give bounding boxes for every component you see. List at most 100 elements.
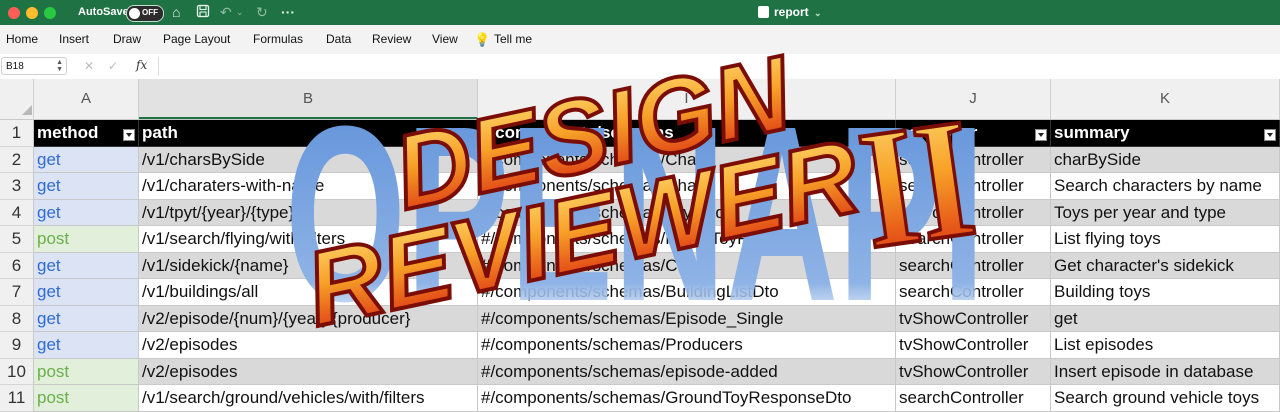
filter-dropdown-icon[interactable] [1035, 129, 1047, 141]
column-header-j[interactable]: J [896, 79, 1051, 119]
filter-dropdown-icon[interactable] [880, 129, 892, 141]
row-number[interactable]: 6 [0, 252, 34, 279]
controller-cell[interactable]: searchController [896, 279, 1051, 306]
schema-cell[interactable]: #/components/schemas/BuildingListDto [478, 279, 896, 306]
header-cell-schema[interactable]: #/components/schemas [478, 120, 896, 147]
controller-cell[interactable]: searchController [896, 252, 1051, 279]
controller-cell[interactable]: searchController [896, 199, 1051, 226]
summary-cell[interactable]: List flying toys [1051, 226, 1280, 253]
method-cell[interactable]: get [34, 199, 139, 226]
undo-icon[interactable]: ↶ [220, 4, 232, 20]
method-cell[interactable]: get [34, 146, 139, 173]
filter-dropdown-icon[interactable] [123, 129, 135, 141]
row-number[interactable]: 7 [0, 279, 34, 306]
controller-cell[interactable]: tvShowController [896, 332, 1051, 359]
home-icon[interactable]: ⌂ [172, 4, 180, 20]
column-header-i[interactable]: I [478, 79, 896, 119]
controller-cell[interactable]: searchController [896, 146, 1051, 173]
schema-cell[interactable]: #/components/schemas/FlyingToyResponse [478, 226, 896, 253]
schema-cell[interactable]: #/components/schemas/episode-added [478, 358, 896, 385]
doc-title-wrapper[interactable]: report ⌄ [758, 5, 822, 19]
controller-cell[interactable]: searchController [896, 173, 1051, 200]
column-header-b[interactable]: B [139, 79, 478, 119]
summary-cell[interactable]: get [1051, 305, 1280, 332]
row-number[interactable]: 8 [0, 305, 34, 332]
header-cell-summary[interactable]: summary [1051, 120, 1280, 147]
name-box[interactable]: B18 ▲ ▼ [1, 57, 67, 75]
schema-cell[interactable]: #/components/schemas/Char [478, 252, 896, 279]
summary-cell[interactable]: List episodes [1051, 332, 1280, 359]
path-cell[interactable]: /v2/episodes [139, 332, 478, 359]
path-cell[interactable]: /v1/search/flying/with/filters [139, 226, 478, 253]
path-cell[interactable]: /v2/episodes [139, 358, 478, 385]
path-cell[interactable]: /v1/buildings/all [139, 279, 478, 306]
row-number[interactable]: 9 [0, 332, 34, 359]
tab-page-layout[interactable]: Page Layout [163, 32, 230, 46]
minimize-window-button[interactable] [26, 7, 38, 19]
method-cell[interactable]: get [34, 279, 139, 306]
row-number[interactable]: 5 [0, 226, 34, 253]
doc-title[interactable]: report [774, 5, 809, 19]
schema-cell[interactable]: #/components/schemas/Episode_Single [478, 305, 896, 332]
method-cell[interactable]: post [34, 226, 139, 253]
tab-review[interactable]: Review [372, 32, 411, 46]
path-cell[interactable]: /v1/tpyt/{year}/{type} [139, 199, 478, 226]
summary-cell[interactable]: Search ground vehicle toys [1051, 385, 1280, 412]
controller-cell[interactable]: searchController [896, 226, 1051, 253]
confirm-icon[interactable]: ✓ [108, 59, 118, 73]
select-all-corner[interactable] [0, 79, 34, 119]
tell-me-search[interactable]: Tell me [494, 32, 532, 46]
undo-dropdown-icon[interactable]: ⌄ [236, 4, 244, 20]
path-cell[interactable]: /v1/search/ground/vehicles/with/filters [139, 385, 478, 412]
header-cell-controller[interactable]: controller [896, 120, 1051, 147]
tab-formulas[interactable]: Formulas [253, 32, 303, 46]
controller-cell[interactable]: tvShowController [896, 305, 1051, 332]
lightbulb-icon[interactable]: 💡 [474, 32, 490, 48]
controller-cell[interactable]: searchController [896, 385, 1051, 412]
summary-cell[interactable]: Toys per year and type [1051, 199, 1280, 226]
row-number[interactable]: 1 [0, 120, 34, 147]
method-cell[interactable]: post [34, 358, 139, 385]
method-cell[interactable]: get [34, 252, 139, 279]
column-header-k[interactable]: K [1051, 79, 1280, 119]
tab-data[interactable]: Data [326, 32, 351, 46]
row-number[interactable]: 2 [0, 146, 34, 173]
save-icon[interactable] [196, 4, 210, 21]
name-box-value[interactable]: B18 [6, 61, 24, 72]
filter-dropdown-icon[interactable] [1264, 129, 1276, 141]
header-cell-path[interactable]: path [139, 120, 478, 147]
tab-draw[interactable]: Draw [113, 32, 141, 46]
redo-icon[interactable]: ↻ [256, 4, 268, 20]
method-cell[interactable]: get [34, 173, 139, 200]
autosave-toggle[interactable]: OFF [126, 5, 164, 22]
close-window-button[interactable] [8, 7, 20, 19]
insert-function-button[interactable]: fx [136, 58, 147, 72]
tab-view[interactable]: View [432, 32, 458, 46]
schema-cell[interactable]: #/components/schemas/Char [478, 173, 896, 200]
row-number[interactable]: 3 [0, 173, 34, 200]
chevron-down-icon[interactable]: ⌄ [814, 8, 822, 18]
cancel-icon[interactable]: ✕ [84, 59, 94, 73]
zoom-window-button[interactable] [44, 7, 56, 19]
schema-cell[interactable]: #/components/schemas/Producers [478, 332, 896, 359]
summary-cell[interactable]: Insert episode in database [1051, 358, 1280, 385]
summary-cell[interactable]: charBySide [1051, 146, 1280, 173]
more-icon[interactable]: ··· [281, 4, 295, 20]
row-number[interactable]: 11 [0, 385, 34, 412]
tab-insert[interactable]: Insert [59, 32, 89, 46]
column-header-a[interactable]: A [34, 79, 139, 119]
controller-cell[interactable]: tvShowController [896, 358, 1051, 385]
method-cell[interactable]: post [34, 385, 139, 412]
schema-cell[interactable]: #/components/schemas/GroundToyResponseDt… [478, 385, 896, 412]
path-cell[interactable]: /v1/charsBySide [139, 146, 478, 173]
summary-cell[interactable]: Get character's sidekick [1051, 252, 1280, 279]
schema-cell[interactable]: #/components/schemas/ToyModel [478, 199, 896, 226]
stepper-icon[interactable]: ▲ ▼ [56, 59, 63, 73]
filter-dropdown-icon[interactable] [462, 129, 474, 141]
tab-home[interactable]: Home [6, 32, 38, 46]
path-cell[interactable]: /v2/episode/{num}/{year}/{producer} [139, 305, 478, 332]
path-cell[interactable]: /v1/sidekick/{name} [139, 252, 478, 279]
row-number[interactable]: 4 [0, 199, 34, 226]
row-number[interactable]: 10 [0, 358, 34, 385]
path-cell[interactable]: /v1/charaters-with-name [139, 173, 478, 200]
